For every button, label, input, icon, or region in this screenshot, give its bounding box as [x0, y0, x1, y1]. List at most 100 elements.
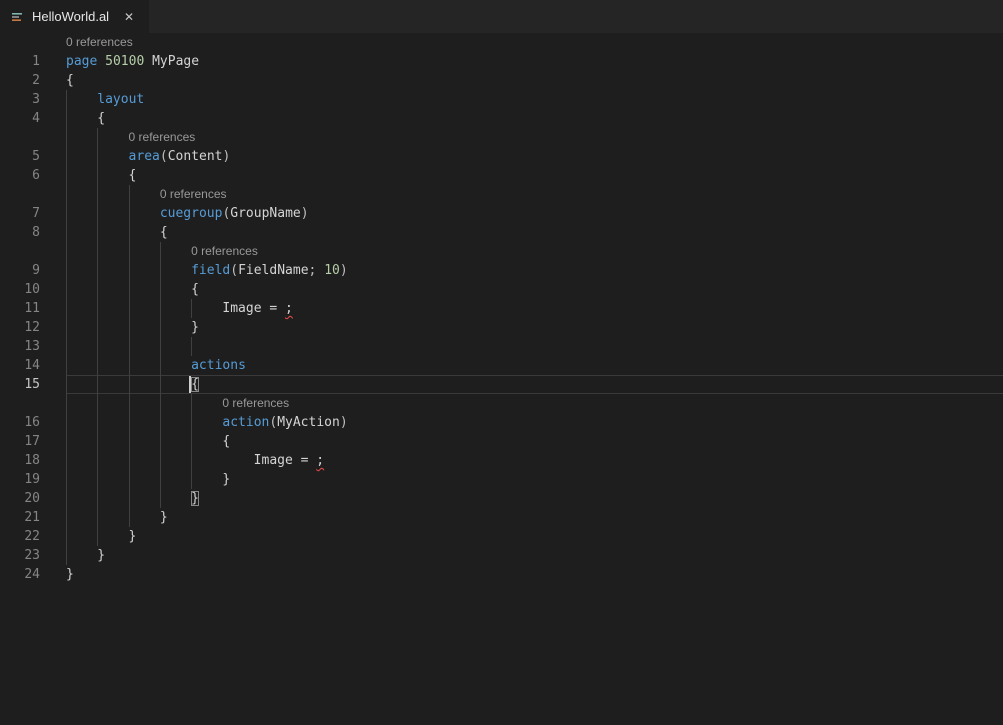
- code-token: layout: [97, 92, 144, 107]
- indent-guide: [129, 375, 130, 394]
- close-icon[interactable]: ✕: [119, 7, 139, 27]
- tab-helloworld-al[interactable]: HelloWorld.al ✕: [0, 0, 149, 33]
- indent-guide: [97, 223, 98, 242]
- indent-guide: [160, 280, 161, 299]
- indent-guide: [191, 337, 192, 356]
- line-content[interactable]: actions: [66, 356, 1003, 375]
- line-content[interactable]: }: [66, 527, 1003, 546]
- references-codelens[interactable]: 0 references: [222, 394, 289, 413]
- code-text: actions: [191, 356, 246, 375]
- code-token: }: [129, 529, 137, 544]
- line-content[interactable]: page 50100 MyPage: [66, 52, 1003, 71]
- line-number[interactable]: 10: [0, 280, 40, 299]
- line-number[interactable]: 6: [0, 166, 40, 185]
- line-number[interactable]: 2: [0, 71, 40, 90]
- indent-guide: [129, 356, 130, 375]
- references-codelens[interactable]: 0 references: [129, 128, 196, 147]
- line-content[interactable]: layout: [66, 90, 1003, 109]
- line-number[interactable]: 3: [0, 90, 40, 109]
- line-content[interactable]: {: [66, 166, 1003, 185]
- line-content[interactable]: area(Content): [66, 147, 1003, 166]
- references-codelens[interactable]: 0 references: [191, 242, 258, 261]
- indent-guide: [160, 356, 161, 375]
- line-number: [0, 394, 40, 413]
- line-number[interactable]: 23: [0, 546, 40, 565]
- code-editor: 0 references 1 page 50100 MyPage 2 {3 layout 4…: [0, 33, 1003, 725]
- line-content[interactable]: {: [66, 432, 1003, 451]
- code-row: 1 page 50100 MyPage: [0, 52, 1003, 71]
- code-token: {: [191, 282, 199, 297]
- line-number[interactable]: 19: [0, 470, 40, 489]
- line-number[interactable]: 12: [0, 318, 40, 337]
- line-number[interactable]: 4: [0, 109, 40, 128]
- codelens-content[interactable]: 0 references: [66, 33, 1003, 52]
- code-token: ): [340, 263, 348, 278]
- indent-guide: [97, 242, 98, 261]
- code-text: }: [191, 318, 199, 337]
- line-content[interactable]: Image = ;: [66, 299, 1003, 318]
- indent-guide: [66, 527, 67, 546]
- line-number[interactable]: 21: [0, 508, 40, 527]
- indent-guide: [129, 489, 130, 508]
- line-content[interactable]: Image = ;: [66, 451, 1003, 470]
- code-token: cuegroup: [160, 206, 223, 221]
- line-content[interactable]: }: [66, 489, 1003, 508]
- code-row: 15 {: [0, 375, 1003, 394]
- references-codelens[interactable]: 0 references: [160, 185, 227, 204]
- indent-guide: [160, 451, 161, 470]
- line-number[interactable]: 17: [0, 432, 40, 451]
- indent-guide: [97, 280, 98, 299]
- line-content[interactable]: {: [66, 375, 1003, 394]
- line-content[interactable]: }: [66, 565, 1003, 584]
- indent-guide: [97, 356, 98, 375]
- line-number[interactable]: 13: [0, 337, 40, 356]
- line-content[interactable]: {: [66, 109, 1003, 128]
- line-content[interactable]: }: [66, 546, 1003, 565]
- indent-guide: [160, 470, 161, 489]
- code-token: }: [97, 548, 105, 563]
- error-squiggle-token: ;: [285, 301, 293, 316]
- line-number[interactable]: 11: [0, 299, 40, 318]
- indent-guide: [129, 413, 130, 432]
- line-content[interactable]: {: [66, 71, 1003, 90]
- line-number[interactable]: 16: [0, 413, 40, 432]
- line-number[interactable]: 9: [0, 261, 40, 280]
- line-number[interactable]: 18: [0, 451, 40, 470]
- line-number[interactable]: 22: [0, 527, 40, 546]
- indent-guide: [160, 337, 161, 356]
- line-number[interactable]: 8: [0, 223, 40, 242]
- codelens-content[interactable]: 0 references: [66, 394, 1003, 413]
- line-content[interactable]: action(MyAction): [66, 413, 1003, 432]
- line-number: [0, 185, 40, 204]
- line-content[interactable]: field(FieldName; 10): [66, 261, 1003, 280]
- line-content[interactable]: }: [66, 470, 1003, 489]
- line-number[interactable]: 20: [0, 489, 40, 508]
- indent-guide: [66, 128, 67, 147]
- code-text: {: [129, 166, 137, 185]
- code-row: 3 layout: [0, 90, 1003, 109]
- references-codelens[interactable]: 0 references: [66, 33, 133, 52]
- indent-guide: [66, 451, 67, 470]
- line-number[interactable]: 24: [0, 565, 40, 584]
- codelens-content[interactable]: 0 references: [66, 242, 1003, 261]
- indent-guide: [160, 242, 161, 261]
- line-number[interactable]: 7: [0, 204, 40, 223]
- line-number[interactable]: 1: [0, 52, 40, 71]
- codelens-content[interactable]: 0 references: [66, 185, 1003, 204]
- line-number[interactable]: 5: [0, 147, 40, 166]
- code-row: 9 field(FieldName; 10): [0, 261, 1003, 280]
- line-number[interactable]: 14: [0, 356, 40, 375]
- line-content[interactable]: }: [66, 508, 1003, 527]
- line-content[interactable]: {: [66, 280, 1003, 299]
- code-token: Image =: [222, 301, 285, 316]
- line-content[interactable]: {: [66, 223, 1003, 242]
- indent-guide: [97, 204, 98, 223]
- indent-guide: [97, 375, 98, 394]
- line-number[interactable]: 15: [0, 375, 40, 394]
- line-content[interactable]: [66, 337, 1003, 356]
- line-content[interactable]: }: [66, 318, 1003, 337]
- code-row: 23}: [0, 546, 1003, 565]
- codelens-content[interactable]: 0 references: [66, 128, 1003, 147]
- line-content[interactable]: cuegroup(GroupName): [66, 204, 1003, 223]
- code-text: }: [97, 546, 105, 565]
